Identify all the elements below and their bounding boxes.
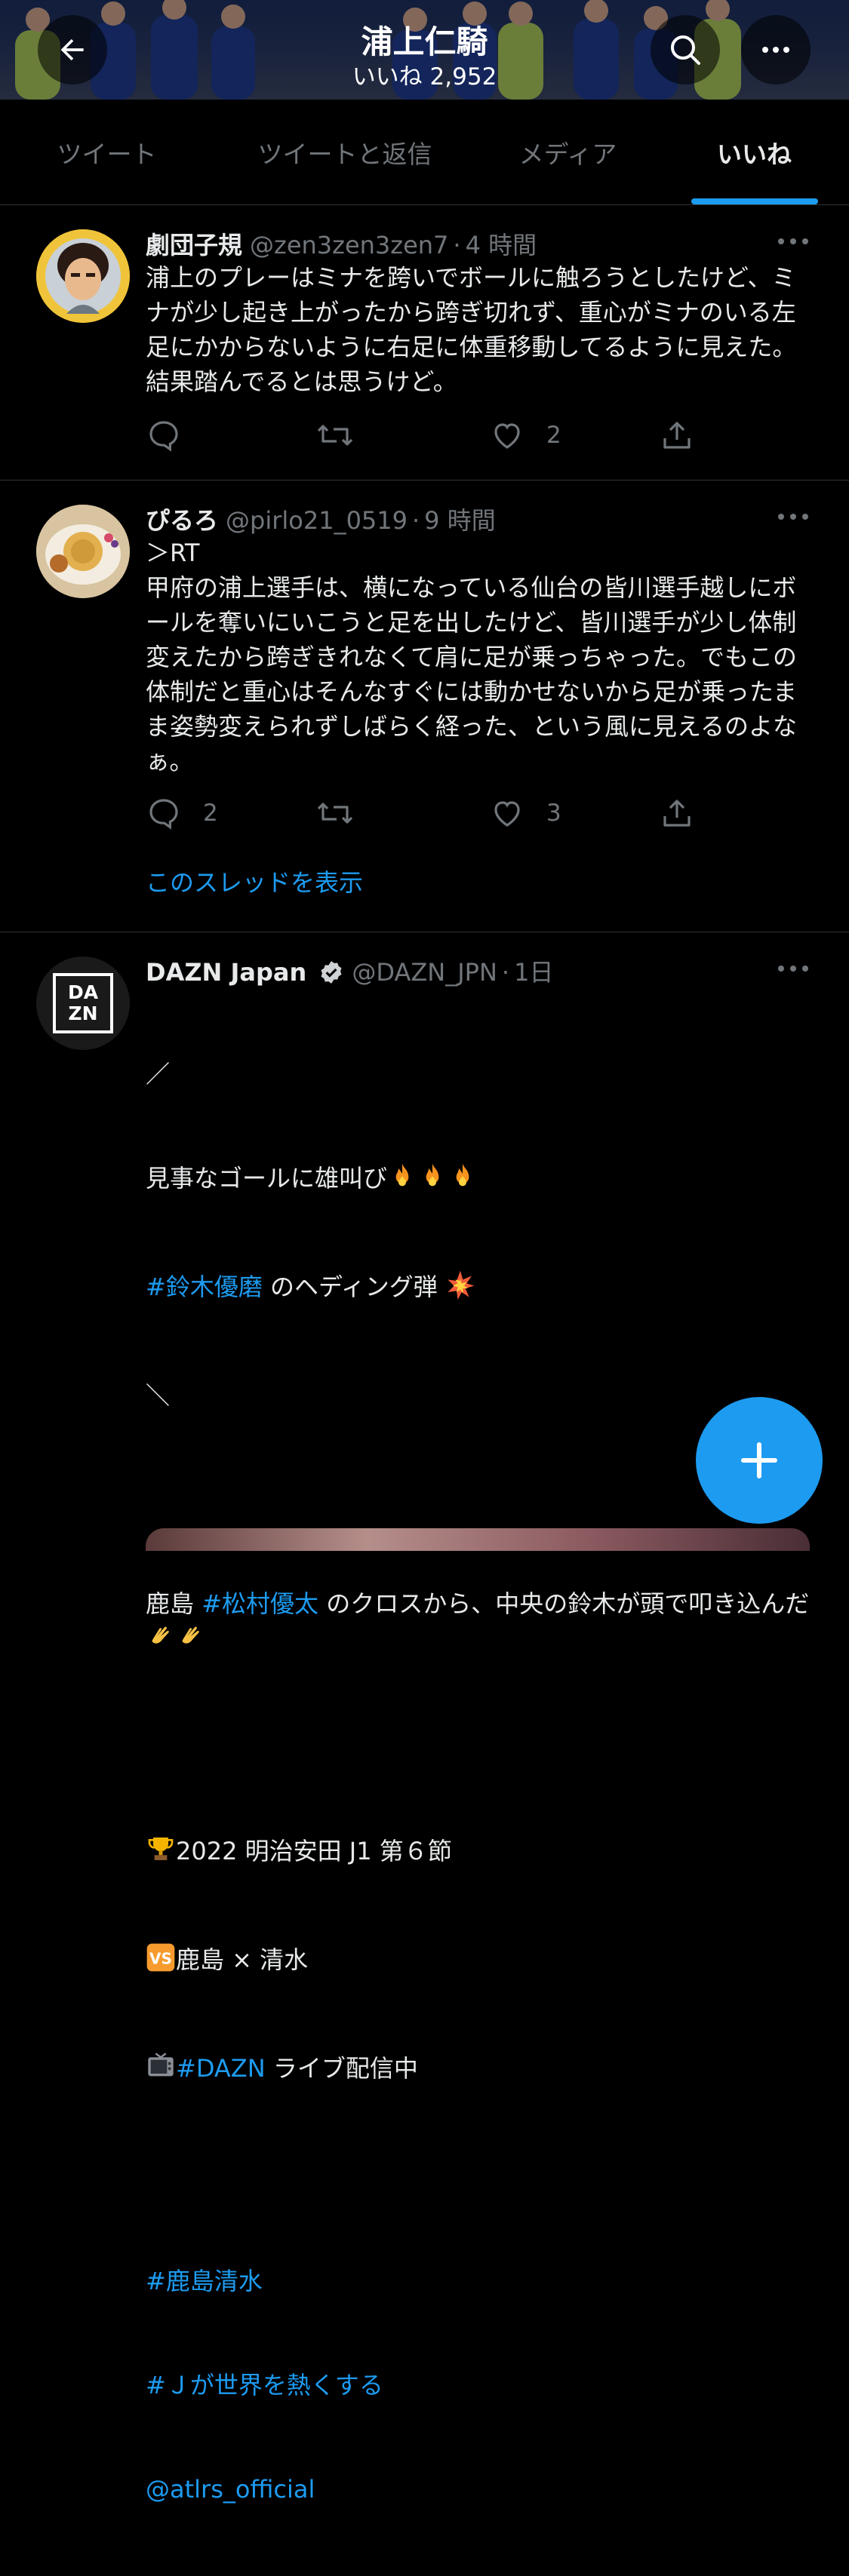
heart-icon — [494, 801, 520, 827]
tweet-time: 4 時間 — [465, 231, 537, 259]
tweet-more-icon[interactable] — [777, 234, 810, 249]
like-count: 2 — [546, 422, 561, 449]
fire-emoji — [387, 1161, 417, 1200]
profile-name: 浦上仁騎 — [361, 23, 488, 60]
tweet[interactable]: 劇団子規 @zen3zen3zen7 · 4 時間 浦上のプレーはミナを跨いでボールに… — [0, 205, 849, 481]
reply-icon — [149, 799, 178, 830]
share-button[interactable] — [659, 794, 695, 833]
likes-count: いいね 2,952 — [352, 63, 497, 91]
reply-button[interactable] — [146, 416, 203, 455]
tweet-text: ／ 見事なゴールに雄叫び #鈴木優磨 のヘディング弾 ＼ 鹿島 #松村優太 のク… — [146, 987, 814, 2576]
mention-link[interactable]: @atlrs_official — [146, 2472, 814, 2507]
collision-emoji — [445, 1270, 475, 1309]
author-name[interactable]: 劇団子規 — [146, 231, 242, 259]
author-name[interactable]: DAZN Japan — [146, 958, 306, 987]
avatar[interactable] — [36, 505, 130, 598]
tweet-time: 1日 — [514, 958, 554, 987]
author-handle[interactable]: @zen3zen3zen7 — [250, 231, 448, 259]
retweet-button[interactable] — [315, 794, 376, 833]
retweet-icon — [317, 803, 353, 824]
plus-icon — [740, 1442, 778, 1479]
hashtag-link[interactable]: #鹿島清水 — [146, 2264, 814, 2298]
clapping-emoji — [146, 1621, 176, 1660]
avatar[interactable]: DA ZN — [36, 956, 130, 1050]
tweet-more-icon[interactable] — [777, 961, 810, 976]
compose-tweet-button[interactable] — [696, 1397, 823, 1524]
trophy-emoji — [146, 1834, 176, 1873]
hashtag-link[interactable]: #DAZN — [176, 2054, 266, 2083]
retweet-button[interactable] — [315, 416, 376, 455]
share-icon — [663, 422, 691, 449]
svg-text:VS: VS — [149, 1949, 172, 1967]
tweet-text: 浦上のプレーはミナを跨いでボールに触ろうとしたけど、ミナが少し起き上がったから跨… — [146, 263, 797, 396]
tweet-more-icon[interactable] — [777, 509, 810, 524]
tweet-time: 9 時間 — [424, 506, 496, 535]
fire-emoji — [417, 1161, 448, 1200]
share-icon — [663, 800, 691, 827]
retweet-icon — [317, 425, 353, 446]
share-button[interactable] — [659, 416, 695, 455]
like-button[interactable]: 3 — [489, 794, 561, 833]
tweet[interactable]: ぴるろ @pirlo21_0519 · 9 時間 ＞RT 甲府の浦上選手は、横になって… — [0, 481, 849, 932]
reply-count: 2 — [203, 800, 218, 827]
more-horizontal-icon — [762, 47, 789, 53]
dazn-logo: DA ZN — [53, 973, 113, 1033]
profile-tabs: ツイート ツイートと返信 メディア いいね — [0, 100, 849, 205]
tab-likes[interactable]: いいね — [660, 100, 849, 204]
tweet-actions: 2 3 — [146, 794, 719, 833]
hashtag-link[interactable]: #松村優太 — [201, 1589, 318, 1618]
tweet-media-image[interactable] — [146, 1528, 810, 1551]
tab-tweets[interactable]: ツイート — [0, 100, 214, 204]
hashtag-link[interactable]: #鈴木優磨 — [146, 1273, 263, 1301]
tv-emoji — [146, 2051, 176, 2090]
search-button[interactable] — [651, 15, 720, 84]
tab-media[interactable]: メディア — [476, 100, 660, 204]
author-handle[interactable]: @DAZN_JPN — [352, 958, 497, 987]
author-handle[interactable]: @pirlo21_0519 — [226, 506, 408, 535]
show-thread-link[interactable]: このスレッドを表示 — [146, 864, 363, 898]
like-button[interactable]: 2 — [489, 416, 561, 455]
avatar[interactable] — [36, 229, 130, 323]
tab-tweets-and-replies[interactable]: ツイートと返信 — [214, 100, 476, 204]
profile-header: 浦上仁騎 いいね 2,952 — [0, 0, 849, 100]
tweet-actions: 2 — [146, 416, 719, 455]
heart-icon — [494, 423, 520, 449]
author-name[interactable]: ぴるろ — [146, 506, 218, 535]
like-count: 3 — [546, 800, 561, 827]
hashtag-link[interactable]: #Ｊが世界を熱くする — [146, 2368, 814, 2403]
verified-badge-icon — [321, 961, 342, 984]
vs-emoji: VS — [146, 1942, 176, 1982]
fire-emoji — [448, 1161, 478, 1200]
active-tab-indicator — [691, 198, 818, 204]
reply-icon — [149, 421, 178, 452]
search-icon — [671, 35, 700, 65]
more-options-button[interactable] — [741, 15, 811, 84]
tweet-text: ＞RT 甲府の浦上選手は、横になっている仙台の皆川選手越しにボールを奪いにいこう… — [146, 539, 798, 775]
reply-button[interactable]: 2 — [146, 794, 218, 833]
clapping-emoji — [176, 1621, 206, 1660]
